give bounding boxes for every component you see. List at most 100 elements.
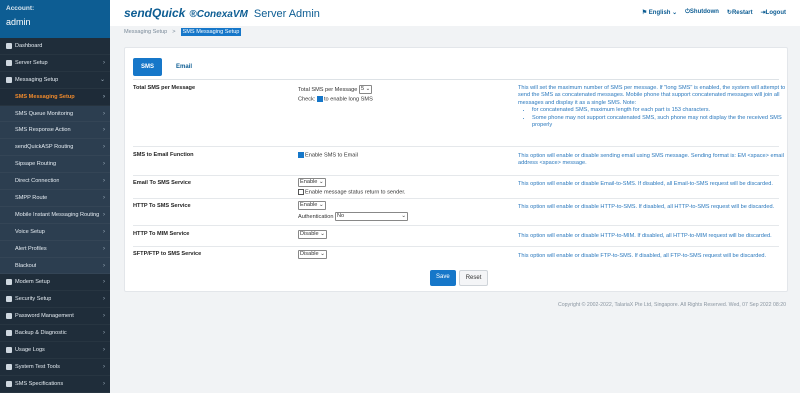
row-description: This option will enable or disable FTP-t… — [518, 253, 767, 259]
settings-panel: SMS Email Total SMS per Message Total SM… — [124, 47, 788, 292]
messaging-icon — [6, 76, 12, 83]
page-title: Server Admin — [253, 8, 320, 20]
sms-to-email-checkbox[interactable] — [298, 152, 304, 158]
row-description: This option will enable or disable Email… — [518, 181, 773, 187]
sftp-to-sms-select[interactable]: Disable ⌄ — [298, 250, 327, 259]
status-return-checkbox[interactable] — [298, 189, 304, 195]
sidebar-item-direct-connection[interactable]: Direct Connection › — [0, 173, 110, 191]
dashboard-icon — [6, 42, 12, 49]
tab-sms[interactable]: SMS — [133, 58, 163, 76]
chevron-right-icon: › — [103, 380, 105, 387]
sidebar-item-security-setup[interactable]: Security Setup › — [0, 291, 110, 309]
check-prefix: Check: — [298, 96, 316, 103]
sidebar-item-label: Server Setup — [15, 59, 48, 66]
sidebar-item-smpp-route[interactable]: SMPP Route › — [0, 190, 110, 207]
row-description: This will set the maximum number of SMS … — [518, 85, 788, 129]
app-root: Account: admin Dashboard Server Setup › … — [0, 0, 800, 393]
sidebar-item-backup-diagnostic[interactable]: Backup & Diagnostic › — [0, 325, 110, 343]
checkbox-label: Enable SMS to Email — [305, 152, 358, 159]
language-select[interactable]: ⚑ English ⌄ — [642, 9, 677, 16]
reset-button[interactable]: Reset — [458, 270, 489, 286]
sidebar-item-mim-routing[interactable]: Mobile Instant Messaging Routing › — [0, 207, 110, 224]
chevron-right-icon: › — [103, 279, 105, 286]
sidebar-item-sipsape-routing[interactable]: Sipsape Routing › — [0, 156, 110, 174]
sidebar-item-blackout[interactable]: Blackout › — [0, 258, 110, 275]
total-sms-select[interactable]: 5 ⌄ — [358, 85, 373, 94]
sidebar-item-label: Security Setup — [15, 296, 52, 303]
http-to-mim-select[interactable]: Disable ⌄ — [298, 230, 327, 239]
lock-icon — [6, 296, 12, 303]
breadcrumb: Messaging Setup > SMS Messaging Setup — [124, 28, 242, 36]
sidebar-item-label: SMS Response Action — [15, 127, 71, 134]
sidebar-item-voice-setup[interactable]: Voice Setup › — [0, 224, 110, 241]
wrench-icon — [6, 363, 12, 370]
row-description: This option will enable or disable sendi… — [518, 153, 784, 167]
chevron-right-icon: › — [103, 363, 105, 370]
footer-copyright: Copyright © 2002-2022, TalariaX Pte Ltd,… — [558, 302, 786, 308]
long-sms-checkbox[interactable] — [316, 96, 323, 102]
sidebar-item-alert-profiles[interactable]: Alert Profiles › — [0, 241, 110, 258]
file-icon — [6, 380, 12, 387]
description-text: This will set the maximum number of SMS … — [518, 85, 786, 106]
chevron-right-icon: › — [103, 262, 105, 269]
brand-logo: sendQuick ®ConexaVM Server Admin — [124, 6, 320, 20]
chevron-right-icon: › — [103, 93, 105, 100]
checkbox-label: to enable long SMS — [323, 96, 373, 103]
sidebar-item-sms-specifications[interactable]: SMS Specifications › — [0, 375, 110, 393]
sidebar: Account: admin Dashboard Server Setup › … — [0, 0, 110, 393]
sidebar-item-label: Modem Setup — [15, 279, 50, 286]
note-item: Some phone may not support concatenated … — [532, 115, 788, 130]
brand-conexa: ®ConexaVM — [189, 9, 248, 20]
sidebar-item-label: Alert Profiles — [15, 245, 47, 252]
sidebar-item-label: SMS Queue Monitoring — [15, 110, 74, 117]
sidebar-item-sms-response-action[interactable]: SMS Response Action › — [0, 122, 110, 140]
shutdown-button[interactable]: ⏻Shutdown — [685, 9, 719, 16]
sidebar-item-system-test-tools[interactable]: System Test Tools › — [0, 358, 110, 376]
save-button[interactable]: Save — [430, 270, 456, 286]
sidebar-item-sms-messaging-setup[interactable]: SMS Messaging Setup › — [0, 88, 110, 106]
chevron-right-icon: › — [103, 144, 105, 151]
email-to-sms-select[interactable]: Enable ⌄ — [298, 178, 326, 187]
sidebar-item-label: Messaging Setup — [15, 76, 59, 83]
restart-button[interactable]: ↻Restart — [727, 9, 753, 16]
checkbox-label: Enable message status return to sender. — [305, 189, 406, 196]
http-to-sms-select[interactable]: Enable ⌄ — [298, 201, 326, 210]
sidebar-item-modem-setup[interactable]: Modem Setup › — [0, 274, 110, 292]
sidebar-item-sms-queue-monitoring[interactable]: SMS Queue Monitoring › — [0, 106, 110, 123]
server-icon — [6, 59, 12, 66]
note-item: for concatenated SMS, maximum length for… — [532, 107, 788, 114]
brand-send: sendQuick — [124, 6, 186, 20]
chevron-right-icon: › — [103, 161, 105, 168]
sidebar-item-label: SMPP Route — [15, 194, 48, 201]
logout-button[interactable]: ⇥Logout — [761, 9, 786, 16]
sidebar-item-server-setup[interactable]: Server Setup › — [0, 54, 110, 72]
row-label: SMS to Email Function — [133, 152, 194, 158]
sidebar-item-label: Usage Logs — [15, 346, 45, 353]
account-label: Account: — [6, 5, 35, 12]
sidebar-item-label: Password Management — [15, 313, 74, 320]
sidebar-item-label: SMS Messaging Setup — [15, 93, 75, 100]
sidebar-item-label: Dashboard — [15, 42, 43, 49]
sidebar-item-label: Voice Setup — [15, 228, 45, 235]
sidebar-item-password-management[interactable]: Password Management › — [0, 308, 110, 326]
sidebar-item-label: Blackout — [15, 262, 37, 269]
sidebar-item-messaging-setup[interactable]: Messaging Setup ⌄ — [0, 71, 110, 89]
row-sftp-to-sms: SFTP/FTP to SMS Service Disable ⌄ This o… — [133, 248, 779, 267]
sidebar-item-label: System Test Tools — [15, 363, 60, 370]
sidebar-item-label: SMS Specifications — [15, 380, 64, 387]
row-description: This option will enable or disable HTTP-… — [518, 204, 775, 210]
breadcrumb-parent[interactable]: Messaging Setup — [124, 29, 167, 35]
form-buttons: Save Reset — [430, 270, 489, 286]
chevron-down-icon: ⌄ — [672, 10, 678, 16]
sidebar-item-dashboard[interactable]: Dashboard — [0, 38, 110, 55]
field-label: Total SMS per Message — [298, 86, 358, 93]
sidebar-item-usage-logs[interactable]: Usage Logs › — [0, 342, 110, 359]
row-sms-to-email: SMS to Email Function Enable SMS to Emai… — [133, 149, 784, 176]
sidebar-item-sendquickasp-routing[interactable]: sendQuickASP Routing › — [0, 139, 110, 157]
chevron-right-icon: › — [103, 296, 105, 303]
header-actions: ⚑ English ⌄ ⏻Shutdown ↻Restart ⇥Logout — [642, 9, 786, 16]
tab-email[interactable]: Email — [168, 58, 200, 76]
authentication-select[interactable]: No ⌄ — [335, 212, 409, 221]
globe-icon: ⚑ — [641, 10, 649, 16]
row-email-to-sms: Email To SMS Service Enable ⌄ Enable mes… — [133, 177, 779, 199]
